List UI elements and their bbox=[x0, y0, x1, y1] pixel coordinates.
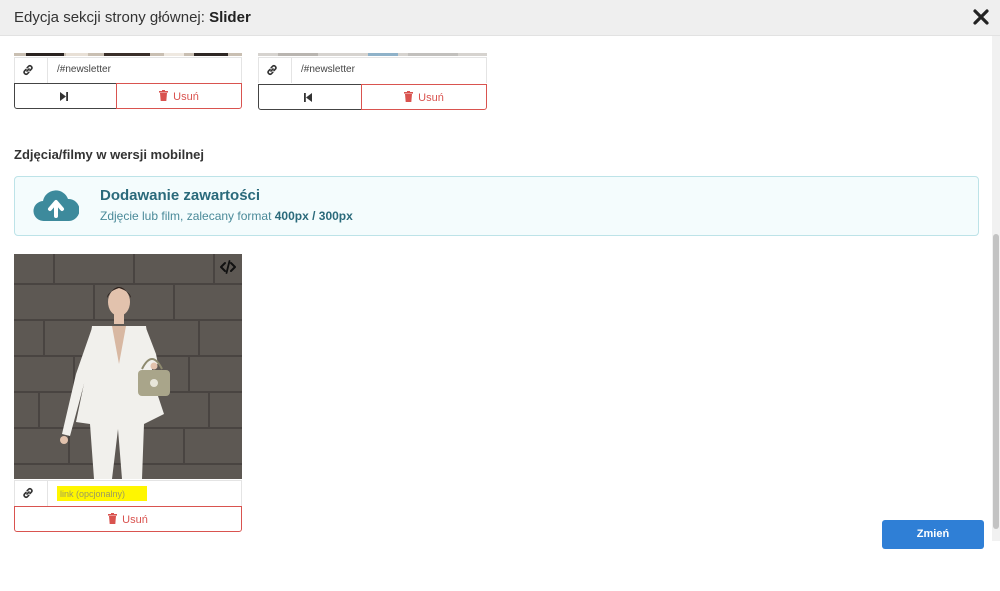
upload-subtitle: Zdjęcie lub film, zalecany format 400px … bbox=[100, 209, 353, 223]
upload-title: Dodawanie zawartości bbox=[100, 187, 261, 204]
slide-actions-2: Usuń bbox=[258, 84, 487, 110]
slide-link-value[interactable]: /#newsletter bbox=[57, 64, 111, 75]
link-icon bbox=[23, 488, 33, 498]
mobile-slide-image bbox=[14, 254, 242, 479]
close-icon[interactable] bbox=[972, 8, 990, 26]
slide-link-value[interactable]: /#newsletter bbox=[301, 64, 355, 75]
slide-link-row-1: /#newsletter bbox=[14, 57, 242, 83]
desktop-slide-card-1: /#newsletter Usuń bbox=[14, 48, 242, 110]
delete-button[interactable]: Usuń bbox=[14, 506, 242, 532]
slide-actions-1: Usuń bbox=[14, 83, 242, 109]
skip-previous-icon bbox=[304, 93, 312, 102]
skip-next-icon bbox=[60, 92, 68, 101]
link-icon bbox=[23, 65, 33, 75]
scrollbar-thumb[interactable] bbox=[993, 234, 999, 529]
move-previous-button[interactable] bbox=[258, 84, 362, 110]
modal-body: /#newsletter Usuń /#newsletter Usuń Zdję… bbox=[0, 36, 1000, 591]
mobile-section-title: Zdjęcia/filmy w wersji mobilnej bbox=[14, 147, 204, 162]
upload-dropzone[interactable]: Dodawanie zawartości Zdjęcie lub film, z… bbox=[14, 176, 979, 236]
delete-label: Usuń bbox=[122, 514, 148, 526]
desktop-slide-card-2: /#newsletter Usuń bbox=[258, 48, 487, 110]
trash-icon bbox=[108, 513, 118, 524]
code-icon[interactable] bbox=[220, 260, 236, 274]
upload-format: 400px / 300px bbox=[274, 209, 353, 223]
mobile-link-input[interactable] bbox=[57, 486, 147, 501]
link-icon bbox=[267, 65, 277, 75]
trash-icon bbox=[159, 90, 169, 101]
submit-button[interactable]: Zmień bbox=[882, 520, 984, 549]
mobile-slide-card-1: Usuń bbox=[14, 254, 242, 532]
slide-link-row-2: /#newsletter bbox=[258, 57, 487, 83]
delete-button[interactable]: Usuń bbox=[361, 84, 487, 110]
delete-label: Usuń bbox=[418, 92, 444, 104]
delete-label: Usuń bbox=[173, 91, 199, 103]
slide-image-2 bbox=[258, 48, 487, 56]
move-next-button[interactable] bbox=[14, 83, 117, 109]
mobile-link-row bbox=[14, 480, 242, 506]
delete-button[interactable]: Usuń bbox=[116, 83, 242, 109]
trash-icon bbox=[404, 91, 414, 102]
mobile-slide-actions: Usuń bbox=[14, 506, 242, 532]
modal-header: Edycja sekcji strony głównej: Slider bbox=[0, 0, 1000, 36]
modal-title: Edycja sekcji strony głównej: Slider bbox=[14, 9, 251, 26]
slide-image-1 bbox=[14, 48, 242, 56]
cloud-upload-icon bbox=[33, 190, 79, 222]
